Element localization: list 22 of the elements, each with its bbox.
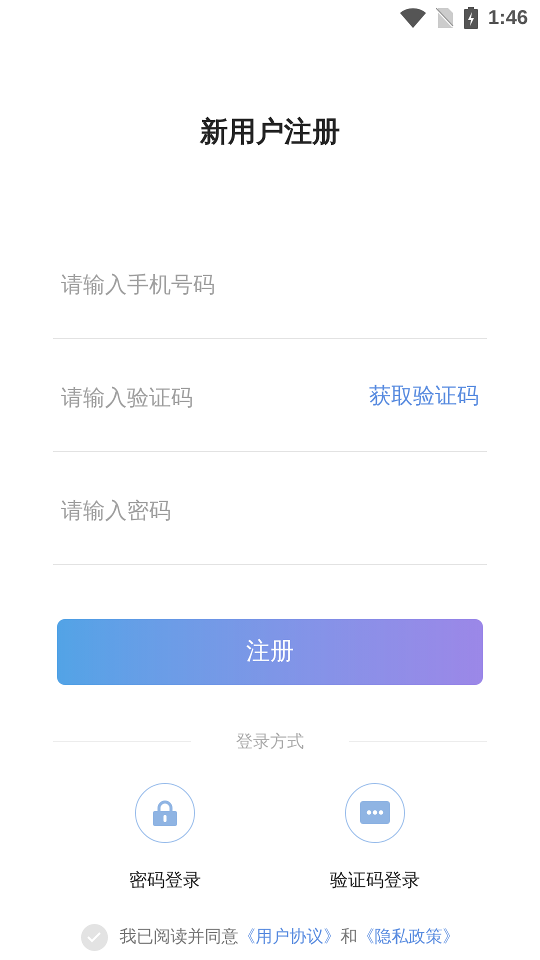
- lock-icon: [152, 798, 178, 826]
- check-icon: [87, 932, 101, 942]
- no-sim-icon: [436, 8, 454, 28]
- input-field[interactable]: 请输入手机号码: [61, 264, 479, 300]
- agreement-text: 我已阅读并同意《用户协议》和《隐私政策》: [120, 926, 460, 948]
- wifi-icon: [400, 8, 426, 28]
- user-agreement-link[interactable]: 《用户协议》: [238, 927, 340, 946]
- login-method-label[interactable]: 验证码登录: [330, 866, 420, 894]
- input-field[interactable]: 请输入验证码: [61, 376, 361, 414]
- register-button[interactable]: 注册: [57, 619, 483, 685]
- message-dots-icon: [360, 800, 390, 824]
- status-time: 1:46: [488, 6, 528, 31]
- login-method-label[interactable]: 密码登录: [129, 866, 201, 894]
- login-methods-heading: 登录方式: [235, 731, 305, 753]
- privacy-policy-link[interactable]: 《隐私政策》: [358, 927, 460, 946]
- get-code-link[interactable]: 获取验证码: [369, 378, 479, 412]
- battery-charging-icon: [464, 7, 478, 29]
- agree-checkbox[interactable]: [80, 924, 108, 950]
- login-method-button[interactable]: [135, 782, 195, 842]
- page-title: 新用户注册: [198, 115, 341, 149]
- input-field[interactable]: 请输入密码: [61, 490, 479, 526]
- login-method-button[interactable]: [345, 782, 405, 842]
